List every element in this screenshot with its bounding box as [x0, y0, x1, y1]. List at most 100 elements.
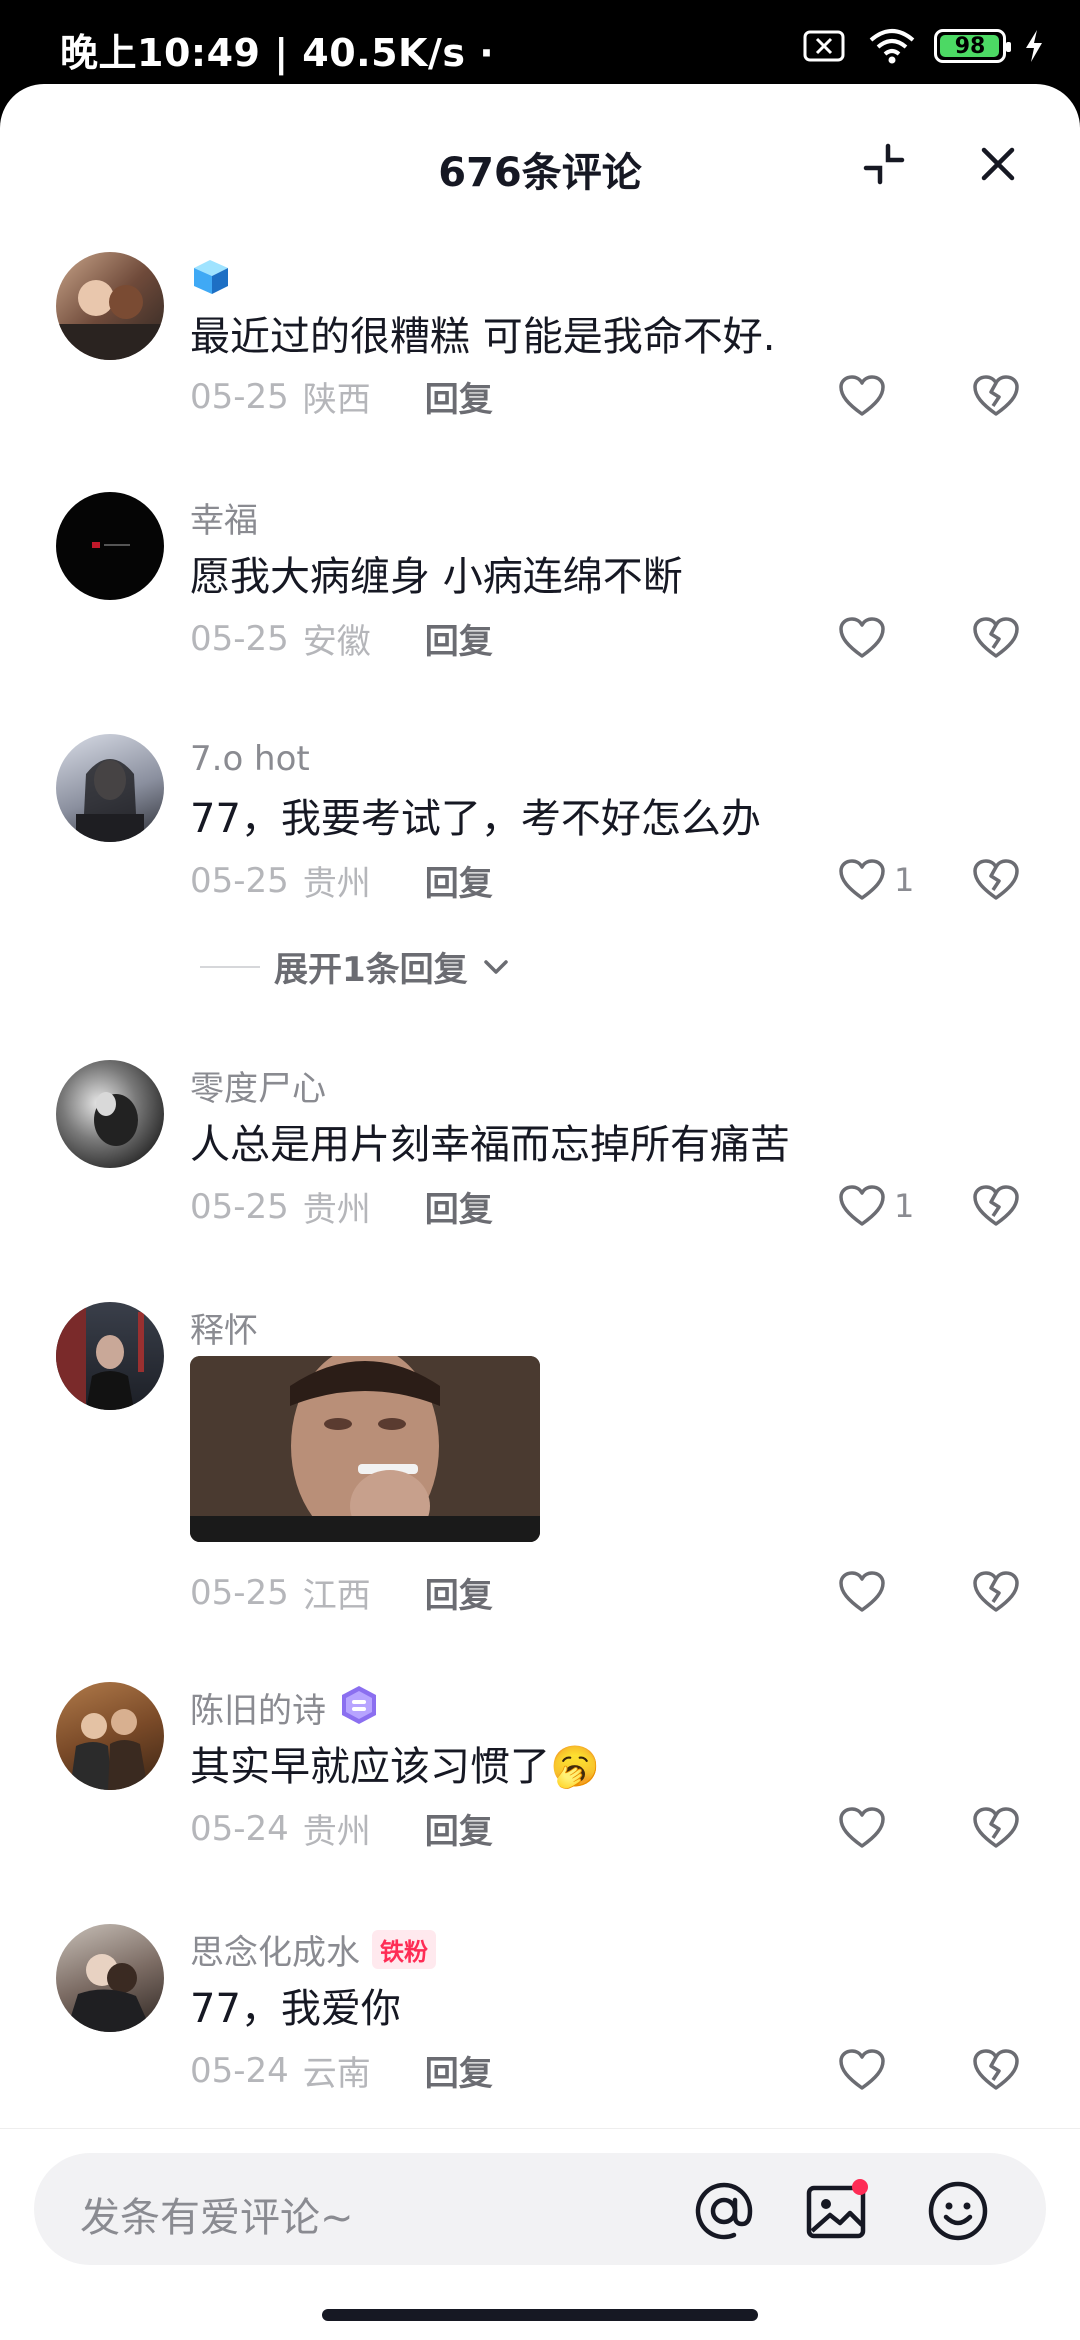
comment-date: 05-25 [190, 618, 289, 659]
comment-item: 最近过的很糟糕 可能是我命不好. 05-25 陕西 回复 [0, 232, 1080, 468]
comment-meta: 05-24 贵州 回复 [190, 1804, 493, 1853]
comment-text: 77，我爱你 [190, 1986, 401, 2032]
username-row: 幸福 [190, 493, 258, 542]
expand-divider [200, 965, 260, 968]
dislike-button[interactable] [968, 852, 1024, 908]
close-button[interactable] [966, 132, 1030, 196]
avatar[interactable] [56, 492, 164, 600]
comment-date: 05-24 [190, 2050, 289, 2091]
like-count: 1 [894, 1187, 915, 1225]
avatar[interactable] [56, 1302, 164, 1410]
reply-button[interactable]: 回复 [425, 372, 493, 421]
expand-replies-button[interactable]: 展开1条回复 [200, 942, 510, 991]
mention-button[interactable] [692, 2179, 756, 2243]
no-sim-icon [798, 24, 850, 68]
like-button[interactable] [838, 610, 894, 666]
close-icon [981, 147, 1015, 181]
charging-icon [1022, 24, 1046, 68]
like-button[interactable] [838, 368, 894, 424]
username[interactable]: 思念化成水 [190, 1925, 360, 1974]
reply-button[interactable]: 回复 [425, 1568, 493, 1617]
username[interactable]: 幸福 [190, 493, 258, 542]
comment-location: 陕西 [302, 380, 371, 420]
reply-button[interactable]: 回复 [425, 1182, 493, 1231]
comment-input[interactable]: 发条有爱评论~ [34, 2153, 1046, 2265]
dislike-button[interactable] [968, 2042, 1024, 2098]
comment-meta: 05-25 安徽 回复 [190, 614, 493, 663]
avatar[interactable] [56, 734, 164, 842]
image-button[interactable] [804, 2179, 868, 2243]
reply-button[interactable]: 回复 [425, 614, 493, 663]
comment-location: 贵州 [302, 864, 371, 904]
username[interactable]: 释怀 [190, 1303, 258, 1352]
heart-icon [839, 375, 885, 416]
avatar[interactable] [56, 1060, 164, 1168]
comment-item: 思念化成水 铁粉 77，我爱你 05-24 云南 回复 [0, 1904, 1080, 2140]
comment-location: 安徽 [302, 622, 371, 662]
broken-heart-icon [973, 2049, 1019, 2090]
collapse-icon [863, 143, 905, 185]
comment-date: 05-25 [190, 1572, 289, 1613]
comment-meta: 05-25 贵州 回复 [190, 856, 493, 905]
broken-heart-icon [973, 1185, 1019, 1226]
comment-count-title: 676条评论 [438, 150, 642, 196]
username-row: 释怀 [190, 1303, 258, 1352]
reply-button[interactable]: 回复 [425, 1804, 493, 1853]
fan-level-badge-icon [338, 1684, 380, 1730]
comment-date: 05-25 [190, 1186, 289, 1227]
username[interactable]: 陈旧的诗 [190, 1683, 326, 1732]
username-row [190, 254, 244, 300]
status-icons: 98 [798, 24, 1046, 68]
comment-location: 江西 [302, 1576, 371, 1616]
heart-icon [839, 2049, 885, 2090]
avatar[interactable] [56, 252, 164, 360]
like-button[interactable] [838, 2042, 894, 2098]
comment-location: 云南 [302, 2054, 371, 2094]
comment-image[interactable] [190, 1356, 540, 1542]
comment-item: 幸福 愿我大病缠身 小病连绵不断 05-25 安徽 回复 [0, 472, 1080, 708]
avatar[interactable] [56, 1682, 164, 1790]
home-indicator[interactable] [322, 2309, 758, 2321]
fan-badge: 铁粉 [372, 1929, 436, 1969]
emoji-button[interactable] [926, 2179, 990, 2243]
username[interactable]: 零度尸心 [190, 1061, 326, 1110]
status-time: 晚上10:49 | 40.5K/s · [60, 31, 495, 75]
comment-text: 77，我要考试了，考不好怎么办 [190, 796, 761, 842]
comment-item: 7.o hot 77，我要考试了，考不好怎么办 05-25 贵州 回复 1 展开… [0, 714, 1080, 1014]
like-button[interactable]: 1 [838, 852, 914, 908]
comment-location: 贵州 [302, 1812, 371, 1852]
heart-icon [839, 1571, 885, 1612]
reply-button[interactable]: 回复 [425, 856, 493, 905]
username-row: 零度尸心 [190, 1061, 326, 1110]
comment-meta: 05-24 云南 回复 [190, 2046, 493, 2095]
avatar[interactable] [56, 1924, 164, 2032]
dislike-button[interactable] [968, 1178, 1024, 1234]
collapse-button[interactable] [852, 132, 916, 196]
like-button[interactable]: 1 [838, 1178, 914, 1234]
like-button[interactable] [838, 1564, 894, 1620]
comment-meta: 05-25 陕西 回复 [190, 372, 493, 421]
dislike-button[interactable] [968, 610, 1024, 666]
chevron-down-icon [483, 959, 508, 974]
like-button[interactable] [838, 1800, 894, 1856]
comment-meta: 05-25 贵州 回复 [190, 1182, 493, 1231]
comment-location: 贵州 [302, 1190, 371, 1230]
dislike-button[interactable] [968, 1800, 1024, 1856]
dislike-button[interactable] [968, 368, 1024, 424]
comment-text: 其实早就应该习惯了🥱 [190, 1744, 600, 1790]
wifi-icon [866, 24, 918, 68]
sheet-header: 676条评论 [0, 84, 1080, 244]
reply-button[interactable]: 回复 [425, 2046, 493, 2095]
username[interactable]: 7.o hot [190, 739, 310, 779]
dislike-button[interactable] [968, 1564, 1024, 1620]
heart-icon [839, 617, 885, 658]
comment-input-placeholder: 发条有爱评论~ [80, 2195, 354, 2241]
comment-date: 05-25 [190, 860, 289, 901]
battery-level: 98 [954, 33, 986, 59]
comment-sheet: 676条评论 最近过的很糟糕 可能是我命不好. 05-25 陕西 回复 幸福 愿… [0, 84, 1080, 2340]
username-row: 思念化成水 铁粉 [190, 1925, 436, 1974]
comment-item: 陈旧的诗 其实早就应该习惯了🥱 05-24 贵州 回复 [0, 1662, 1080, 1898]
broken-heart-icon [973, 859, 1019, 900]
comment-list[interactable]: 最近过的很糟糕 可能是我命不好. 05-25 陕西 回复 幸福 愿我大病缠身 小 [0, 232, 1080, 2192]
username-row: 陈旧的诗 [190, 1683, 380, 1732]
